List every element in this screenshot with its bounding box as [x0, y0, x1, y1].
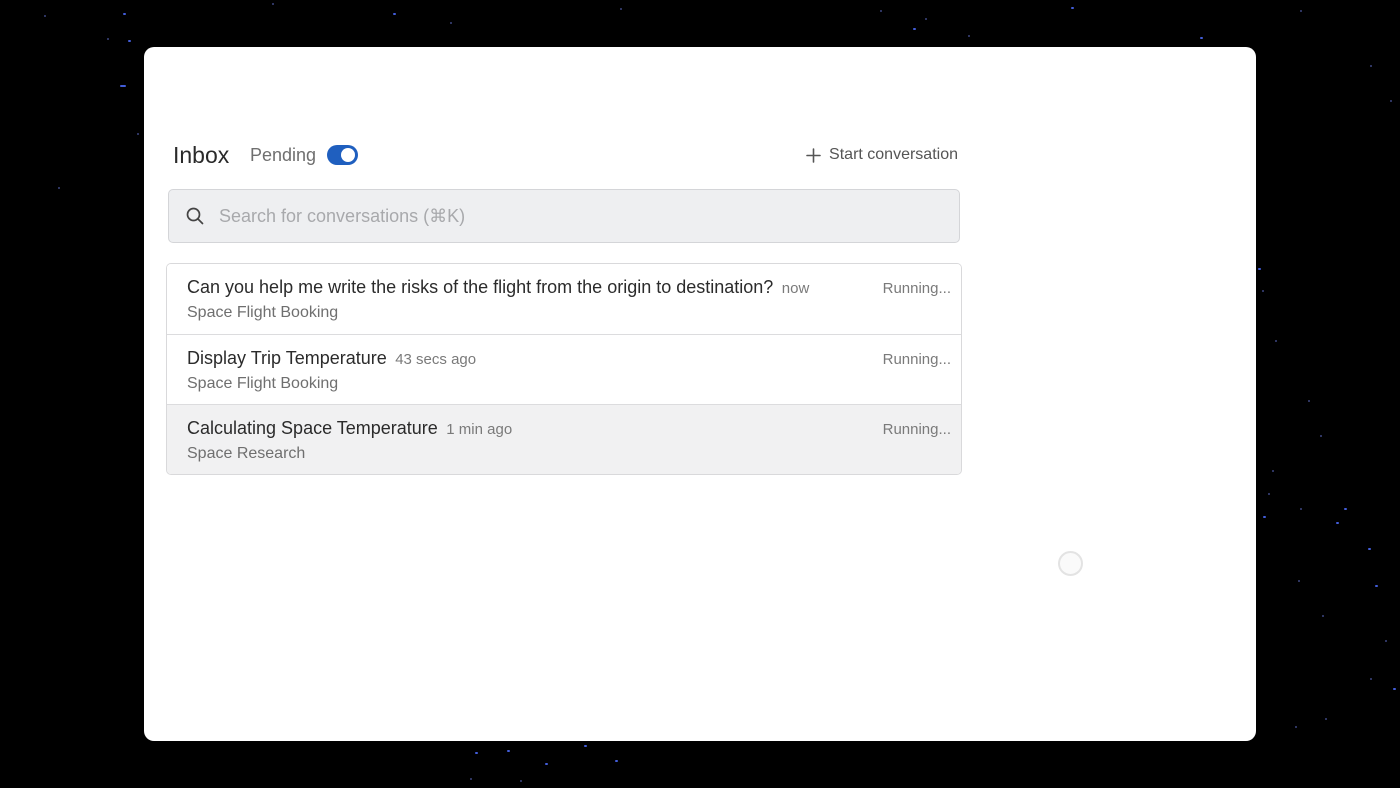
conversation-time: 43 secs ago	[395, 351, 477, 368]
conversation-status: Running...	[882, 351, 951, 368]
plus-icon	[806, 147, 821, 163]
loading-spinner-icon	[1058, 551, 1083, 576]
search-bar	[168, 189, 960, 243]
conversation-title: Display Trip Temperature	[187, 348, 387, 368]
pending-toggle[interactable]	[327, 145, 358, 165]
conversation-project: Space Research	[187, 445, 306, 462]
conversation-row[interactable]: Display Trip Temperature 43 secs ago Spa…	[167, 334, 961, 404]
toggle-knob	[341, 148, 355, 162]
search-icon	[186, 207, 204, 225]
conversation-status: Running...	[882, 280, 951, 297]
conversation-title-line: Can you help me write the risks of the f…	[187, 277, 809, 298]
start-conversation-button[interactable]: Start conversation	[806, 140, 958, 170]
conversation-project: Space Flight Booking	[187, 375, 339, 392]
search-input[interactable]	[219, 190, 939, 242]
start-conversation-label: Start conversation	[829, 146, 958, 163]
inbox-header: Inbox Pending Start conversation	[166, 140, 962, 170]
conversation-project: Space Flight Booking	[187, 304, 339, 321]
conversation-status: Running...	[882, 421, 951, 438]
conversation-title-line: Calculating Space Temperature 1 min ago	[187, 418, 512, 439]
conversation-time: 1 min ago	[446, 421, 513, 438]
conversation-title-line: Display Trip Temperature 43 secs ago	[187, 348, 476, 369]
conversation-title: Can you help me write the risks of the f…	[187, 277, 774, 297]
conversation-list: Can you help me write the risks of the f…	[166, 263, 962, 475]
conversation-row[interactable]: Can you help me write the risks of the f…	[167, 264, 961, 334]
conversation-row[interactable]: Calculating Space Temperature 1 min ago …	[167, 404, 961, 474]
pending-label: Pending	[250, 145, 317, 165]
inbox-panel: Inbox Pending Start conversation Can you…	[166, 140, 962, 475]
conversation-time: now	[781, 280, 810, 297]
conversation-title: Calculating Space Temperature	[187, 418, 438, 438]
page-title: Inbox	[173, 142, 230, 168]
